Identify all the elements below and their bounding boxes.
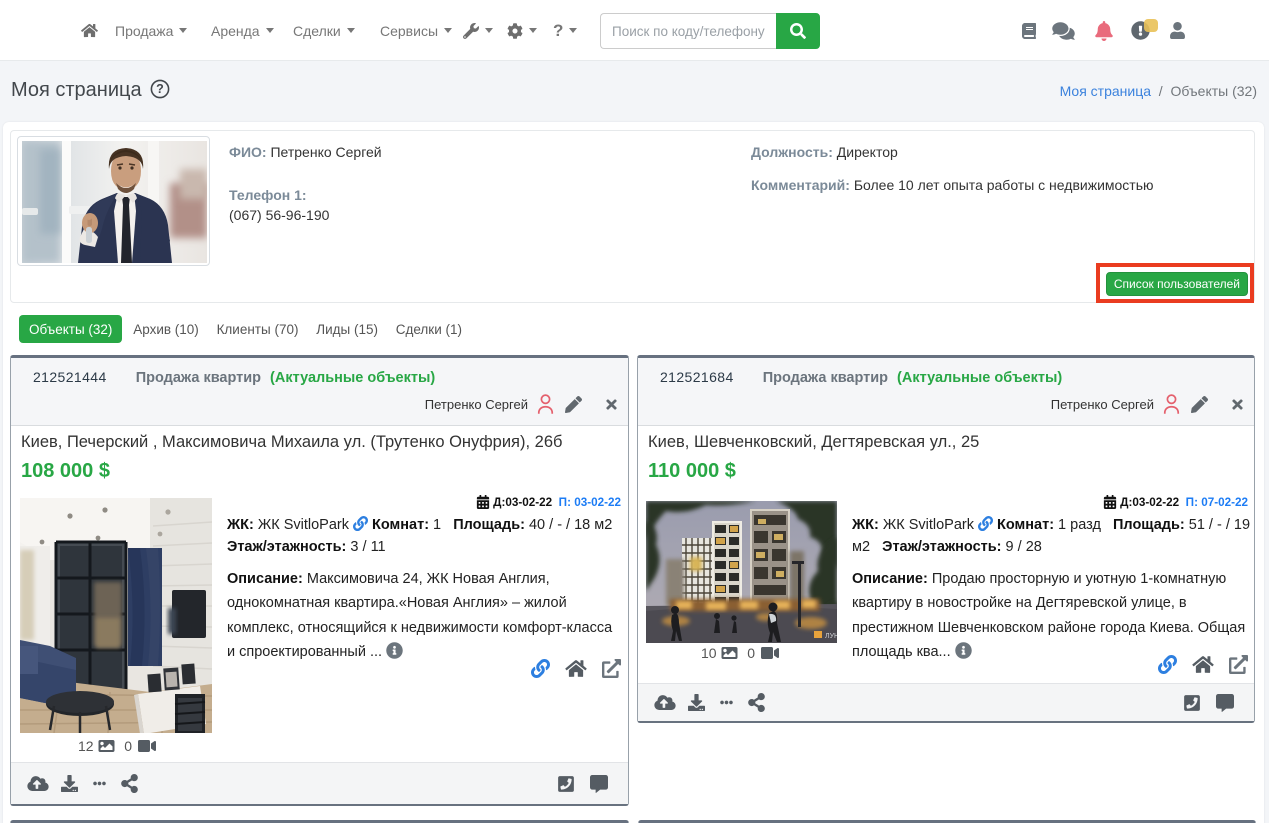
svg-text:?: ?	[156, 82, 164, 96]
svg-text:ЛУН: ЛУН	[825, 633, 837, 640]
